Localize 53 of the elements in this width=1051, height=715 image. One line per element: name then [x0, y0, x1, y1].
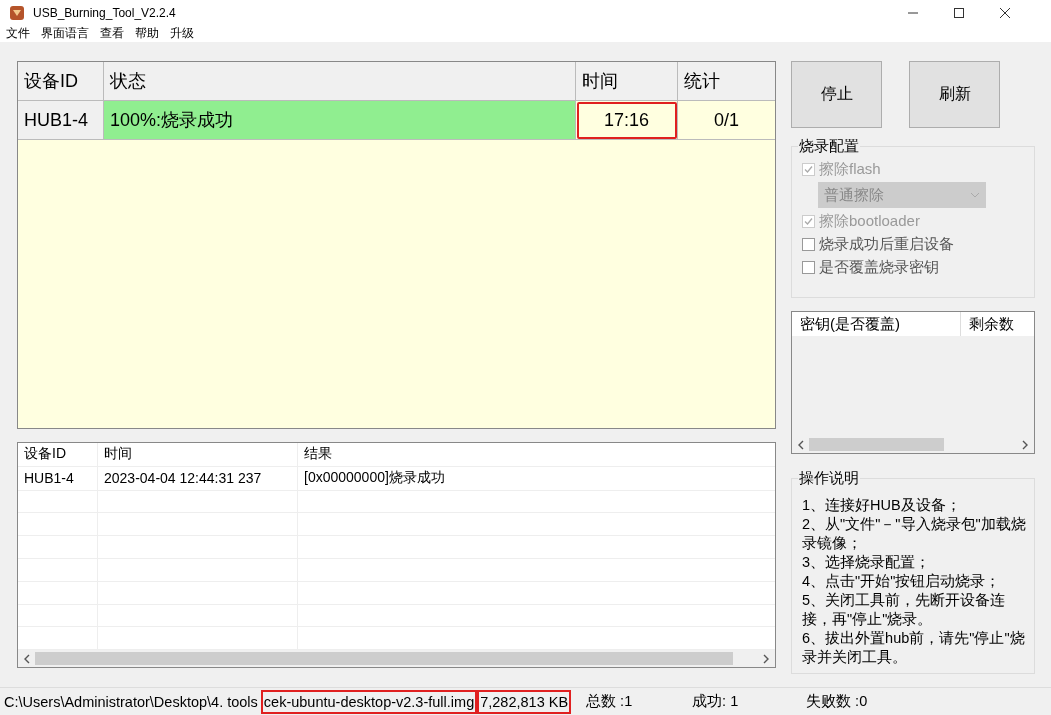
column-header[interactable]: 时间 [576, 62, 678, 100]
column-header[interactable]: 状态 [104, 62, 576, 100]
status-text: 成功: 1 [691, 692, 740, 711]
checkbox[interactable] [802, 237, 815, 251]
checkbox-label: 擦除flash [819, 159, 881, 179]
chevron-down-icon [970, 192, 980, 198]
table-cell: HUB1-4 [18, 101, 104, 139]
action-button[interactable]: 刷新 [909, 61, 1000, 128]
checkbox-label: 烧录成功后重启设备 [819, 234, 954, 254]
status-text: 失败数 :0 [805, 692, 869, 711]
instruction-step: 4、点击"开始"按钮启动烧录； [802, 572, 1028, 591]
action-button[interactable]: 停止 [791, 61, 882, 128]
checkbox[interactable] [802, 260, 815, 274]
column-header[interactable]: 统计 [678, 62, 775, 100]
table-cell: 17:16 [576, 101, 677, 139]
instruction-step: 2、从"文件"－"导入烧录包"加载烧录镜像； [802, 515, 1028, 553]
close-icon[interactable] [999, 6, 1011, 19]
table-cell-text: [0x00000000]烧录成功 [303, 468, 446, 488]
status-text: 7,282,813 KB [477, 689, 572, 714]
column-header: 密钥(是否覆盖) [792, 312, 961, 336]
scroll-right-icon[interactable] [1021, 439, 1029, 450]
checkbox-label: 是否覆盖烧录密钥 [819, 257, 939, 277]
instruction-step: 6、拔出外置hub前，请先"停止"烧录并关闭工具。 [802, 629, 1028, 667]
instruction-step: 1、连接好HUB及设备； [802, 496, 1028, 515]
menu-item[interactable]: 升级 [170, 25, 194, 42]
checkbox-label: 擦除bootloader [819, 211, 920, 231]
table-cell: 2023-04-04 12:44:31 237 [98, 466, 298, 490]
menu-item[interactable]: 查看 [100, 25, 124, 42]
column-header: 结果 [303, 444, 333, 464]
scroll-left-icon[interactable] [797, 439, 805, 450]
column-header[interactable]: 设备ID [18, 62, 104, 100]
status-text: cek-ubuntu-desktop-v2.3-full.img [260, 689, 478, 714]
group-title: 操作说明 [798, 469, 860, 488]
column-header: 设备ID [18, 443, 98, 466]
horizontal-scrollbar[interactable] [18, 650, 775, 667]
menu-item[interactable]: 界面语言 [41, 25, 89, 42]
scroll-right-icon[interactable] [762, 653, 770, 664]
status-text: C:\Users\Administrator\Desktop\4. tools [3, 692, 259, 712]
maximize-icon[interactable] [953, 6, 965, 19]
window-title: USB_Burning_Tool_V2.2.4 [33, 5, 177, 20]
instruction-step: 5、关闭工具前，先断开设备连接，再"停止"烧录。 [802, 591, 1028, 629]
table-cell-text: 0/1 [713, 108, 740, 132]
scroll-left-icon[interactable] [23, 653, 31, 664]
group-title: 烧录配置 [798, 137, 860, 156]
status-text: 总数 :1 [585, 692, 634, 711]
menu-item[interactable]: 文件 [6, 25, 30, 42]
table-cell-text: 100%:烧录成功 [109, 109, 234, 132]
column-header: 剩余数 [968, 313, 1015, 334]
table-cell: HUB1-4 [18, 466, 98, 490]
column-header: 时间 [98, 443, 298, 466]
menu-item[interactable]: 帮助 [135, 25, 159, 42]
app-icon [9, 4, 25, 21]
instruction-step: 3、选择烧录配置； [802, 553, 1028, 572]
